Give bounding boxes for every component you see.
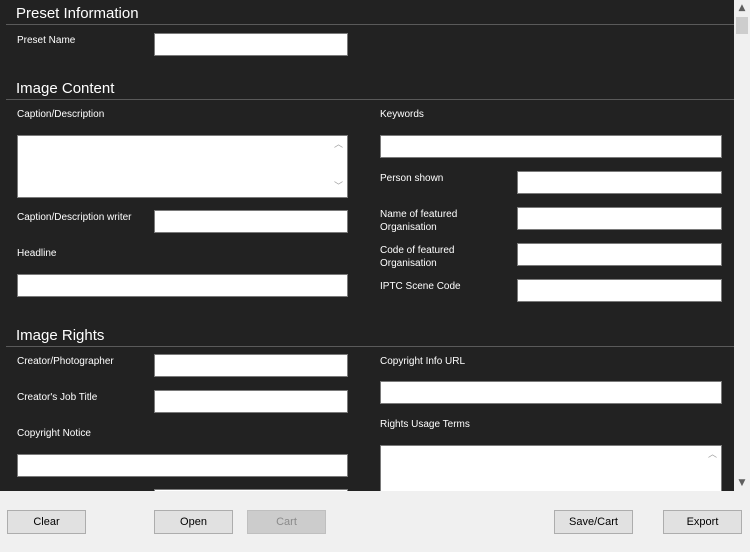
org-name-input[interactable] (517, 207, 722, 230)
scene-code-input[interactable] (517, 279, 722, 302)
keywords-label: Keywords (380, 109, 424, 120)
chevron-up-icon[interactable]: ︿ (708, 451, 717, 460)
section-divider (6, 24, 734, 25)
scene-code-label: IPTC Scene Code (380, 281, 461, 292)
job-title-label: Creator's Job Title (17, 392, 98, 403)
caption-writer-input[interactable] (154, 210, 348, 233)
caption-writer-label: Caption/Description writer (17, 212, 132, 223)
copyright-url-input[interactable] (380, 381, 722, 404)
caption-textarea[interactable]: ︿ ﹀ (17, 135, 348, 198)
headline-label: Headline (17, 248, 57, 259)
usage-terms-scrollbar[interactable]: ︿ (705, 447, 720, 491)
section-divider (6, 346, 734, 347)
scroll-thumb[interactable] (736, 17, 748, 34)
section-divider (6, 99, 734, 100)
keywords-input[interactable] (380, 135, 722, 158)
scroll-up-icon[interactable]: ▲ (734, 0, 750, 16)
section-title-content: Image Content (16, 80, 115, 97)
caption-label: Caption/Description (17, 109, 105, 120)
copyright-notice-label: Copyright Notice (17, 428, 91, 439)
clear-button[interactable]: Clear (7, 510, 86, 534)
org-name-label: Name of featured Organisation (380, 208, 457, 234)
org-code-input[interactable] (517, 243, 722, 266)
org-code-label: Code of featured Organisation (380, 244, 455, 270)
caption-scrollbar[interactable]: ︿ ﹀ (331, 137, 346, 196)
headline-input[interactable] (17, 274, 348, 297)
save-cart-button[interactable]: Save/Cart (554, 510, 633, 534)
form-scrollbar[interactable]: ▲ ▼ (734, 0, 750, 491)
org-name-label-line1: Name of featured (380, 209, 458, 220)
job-title-input[interactable] (154, 390, 348, 413)
org-code-label-line2: Organisation (380, 258, 437, 269)
creator-label: Creator/Photographer (17, 356, 114, 367)
person-shown-label: Person shown (380, 173, 444, 184)
org-name-label-line2: Organisation (380, 222, 437, 233)
copyright-notice-input[interactable] (17, 454, 348, 477)
preset-name-input[interactable] (154, 33, 348, 56)
chevron-up-icon[interactable]: ︿ (334, 141, 343, 150)
org-code-label-line1: Code of featured (380, 245, 455, 256)
copyright-url-label: Copyright Info URL (380, 356, 466, 367)
scroll-down-icon[interactable]: ▼ (734, 475, 750, 491)
export-button[interactable]: Export (663, 510, 742, 534)
usage-terms-textarea[interactable]: ︿ (380, 445, 722, 491)
person-shown-input[interactable] (517, 171, 722, 194)
section-title-rights: Image Rights (16, 327, 105, 344)
cart-button: Cart (247, 510, 326, 534)
metadata-form: Preset Information Preset Name Image Con… (0, 0, 734, 491)
preset-name-label: Preset Name (17, 35, 76, 46)
chevron-down-icon[interactable]: ﹀ (334, 183, 343, 192)
usage-terms-label: Rights Usage Terms (380, 419, 470, 430)
creator-input[interactable] (154, 354, 348, 377)
open-button[interactable]: Open (154, 510, 233, 534)
section-title-preset: Preset Information (16, 5, 139, 22)
button-bar: Clear Open Cart Save/Cart Export (0, 491, 750, 552)
